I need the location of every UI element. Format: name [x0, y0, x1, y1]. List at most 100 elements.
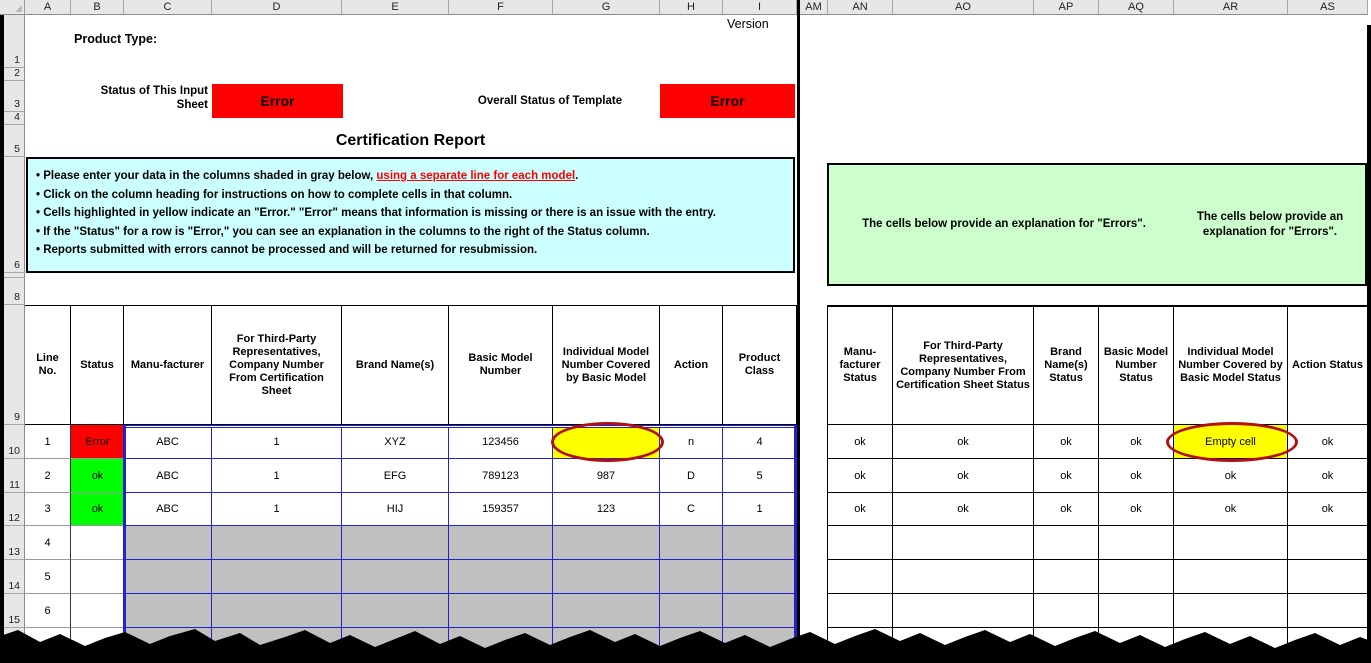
overall-status-value[interactable]: Error: [660, 84, 795, 118]
line-no-cell[interactable]: 5: [25, 560, 71, 594]
status-detail-cell[interactable]: [828, 560, 893, 594]
row-header-5[interactable]: 5: [4, 125, 25, 157]
left-table-column-header[interactable]: Individual Model Number Covered by Basic…: [553, 306, 660, 425]
data-cell[interactable]: 789123: [449, 459, 553, 493]
data-cell[interactable]: HIJ: [342, 493, 449, 526]
status-detail-cell[interactable]: ok: [893, 459, 1034, 493]
data-cell[interactable]: 1: [212, 425, 342, 459]
right-table-column-header[interactable]: For Third-Party Representatives, Company…: [893, 307, 1034, 425]
left-table-column-header[interactable]: Basic Model Number: [449, 306, 553, 425]
status-detail-cell[interactable]: [1288, 526, 1368, 560]
row-header-4[interactable]: 4: [4, 112, 25, 125]
line-no-cell[interactable]: 4: [25, 526, 71, 560]
line-no-cell[interactable]: 2: [25, 459, 71, 493]
column-header-I[interactable]: I: [723, 0, 797, 15]
status-detail-cell[interactable]: ok: [893, 425, 1034, 459]
left-table-column-header[interactable]: Product Class: [723, 306, 797, 425]
row-header-11[interactable]: 11: [4, 459, 25, 493]
row-header-8[interactable]: 8: [4, 278, 25, 305]
row-header-12[interactable]: 12: [4, 493, 25, 526]
status-detail-cell[interactable]: ok: [1034, 425, 1099, 459]
row-header-13[interactable]: 13: [4, 526, 25, 560]
status-detail-cell[interactable]: ok: [1034, 459, 1099, 493]
data-cell[interactable]: [124, 560, 212, 594]
column-header-G[interactable]: G: [553, 0, 660, 15]
data-cell[interactable]: n: [660, 425, 723, 459]
status-detail-cell[interactable]: ok: [1034, 493, 1099, 526]
right-table-column-header[interactable]: Manu-facturer Status: [828, 307, 893, 425]
status-detail-cell[interactable]: ok: [1174, 493, 1288, 526]
data-cell[interactable]: [342, 560, 449, 594]
column-header-AP[interactable]: AP: [1034, 0, 1099, 15]
data-cell[interactable]: [212, 560, 342, 594]
status-detail-cell[interactable]: ok: [828, 425, 893, 459]
data-cell[interactable]: [660, 526, 723, 560]
row-header-3[interactable]: 3: [4, 81, 25, 112]
row-header-6[interactable]: 6: [4, 157, 25, 273]
data-cell[interactable]: [723, 526, 797, 560]
status-detail-cell[interactable]: [1034, 526, 1099, 560]
status-cell[interactable]: ok: [71, 459, 124, 493]
data-cell[interactable]: [660, 560, 723, 594]
column-header-H[interactable]: H: [660, 0, 723, 15]
status-detail-cell[interactable]: [1174, 526, 1288, 560]
row-header-14[interactable]: 14: [4, 560, 25, 594]
input-sheet-status-value[interactable]: Error: [212, 84, 343, 118]
right-table-column-header[interactable]: Individual Model Number Covered by Basic…: [1174, 307, 1288, 425]
data-cell[interactable]: 123: [553, 493, 660, 526]
column-header-AM[interactable]: AM: [800, 0, 828, 15]
status-detail-cell[interactable]: [1174, 560, 1288, 594]
column-header-AN[interactable]: AN: [828, 0, 893, 15]
status-detail-cell[interactable]: [828, 526, 893, 560]
right-table-column-header[interactable]: Basic Model Number Status: [1099, 307, 1174, 425]
left-table-column-header[interactable]: Action: [660, 306, 723, 425]
column-header-AS[interactable]: AS: [1288, 0, 1368, 15]
data-cell[interactable]: ABC: [124, 425, 212, 459]
status-detail-cell[interactable]: ok: [1288, 425, 1368, 459]
data-cell[interactable]: 1: [212, 493, 342, 526]
status-cell[interactable]: Error: [71, 425, 124, 459]
data-cell[interactable]: 1: [723, 493, 797, 526]
status-detail-cell[interactable]: ok: [1099, 493, 1174, 526]
status-detail-cell[interactable]: ok: [893, 493, 1034, 526]
column-header-AR[interactable]: AR: [1174, 0, 1288, 15]
data-cell[interactable]: [449, 526, 553, 560]
data-cell[interactable]: [553, 526, 660, 560]
data-cell[interactable]: [723, 560, 797, 594]
separate-line-link[interactable]: using a separate line for each model: [376, 170, 575, 182]
data-cell[interactable]: D: [660, 459, 723, 493]
status-detail-cell[interactable]: [893, 526, 1034, 560]
status-cell[interactable]: [71, 526, 124, 560]
data-cell[interactable]: ABC: [124, 493, 212, 526]
data-cell[interactable]: [553, 560, 660, 594]
data-cell[interactable]: 123456: [449, 425, 553, 459]
column-header-AQ[interactable]: AQ: [1099, 0, 1174, 15]
data-cell[interactable]: 5: [723, 459, 797, 493]
status-cell[interactable]: [71, 560, 124, 594]
status-detail-cell[interactable]: ok: [1174, 459, 1288, 493]
data-cell[interactable]: [342, 526, 449, 560]
data-cell[interactable]: 1: [212, 459, 342, 493]
data-cell[interactable]: C: [660, 493, 723, 526]
line-no-cell[interactable]: 1: [25, 425, 71, 459]
status-detail-cell[interactable]: ok: [1288, 459, 1368, 493]
right-table-column-header[interactable]: Action Status: [1288, 307, 1368, 425]
data-cell[interactable]: EFG: [342, 459, 449, 493]
status-detail-cell[interactable]: ok: [1099, 425, 1174, 459]
data-cell[interactable]: 987: [553, 459, 660, 493]
data-cell[interactable]: [124, 526, 212, 560]
data-cell[interactable]: 159357: [449, 493, 553, 526]
row-header-2[interactable]: 2: [4, 68, 25, 81]
left-table-column-header[interactable]: Status: [71, 306, 124, 425]
status-detail-cell[interactable]: [893, 560, 1034, 594]
left-table-column-header[interactable]: For Third-Party Representatives, Company…: [212, 306, 342, 425]
select-all-corner[interactable]: [0, 0, 25, 15]
status-detail-cell[interactable]: ok: [828, 459, 893, 493]
column-header-E[interactable]: E: [342, 0, 449, 15]
column-header-F[interactable]: F: [449, 0, 553, 15]
status-detail-cell[interactable]: [1034, 560, 1099, 594]
data-cell[interactable]: [212, 526, 342, 560]
left-table-column-header[interactable]: Line No.: [25, 306, 71, 425]
status-detail-cell[interactable]: ok: [1288, 493, 1368, 526]
data-cell[interactable]: 4: [723, 425, 797, 459]
